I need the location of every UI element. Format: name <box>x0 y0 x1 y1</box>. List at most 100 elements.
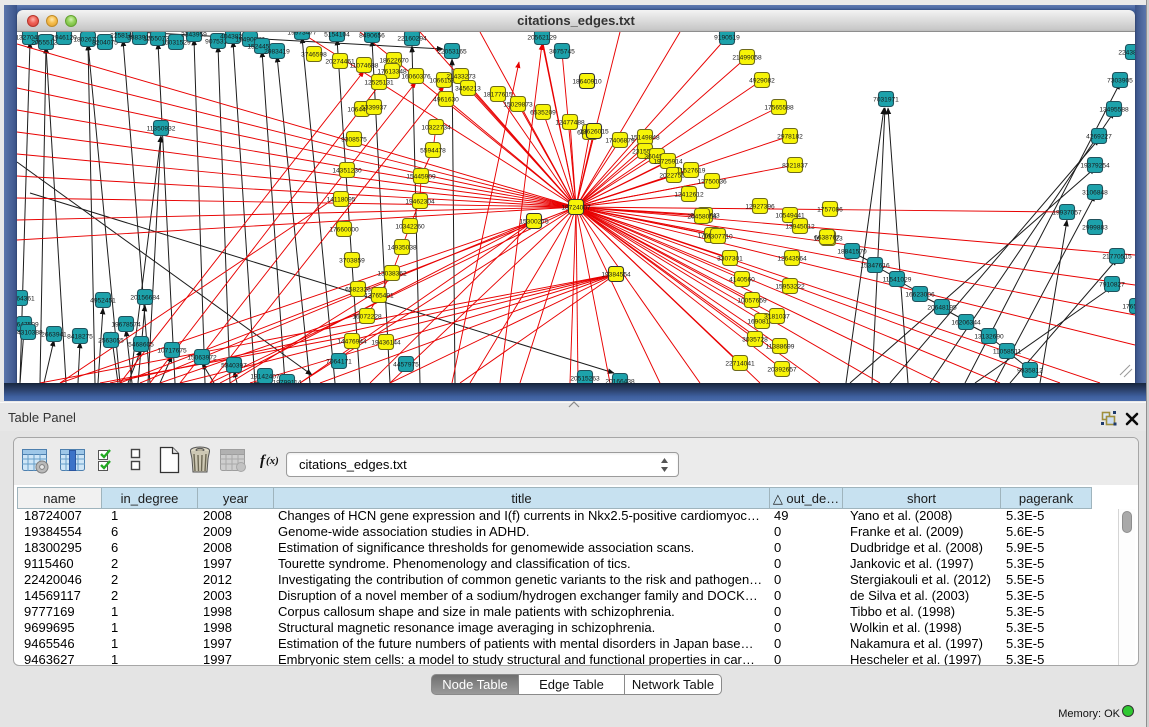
svg-text:10057659: 10057659 <box>737 298 767 305</box>
svg-text:16623006: 16623006 <box>905 292 935 299</box>
svg-text:11058511: 11058511 <box>993 349 1022 356</box>
svg-text:22160294: 22160294 <box>397 36 427 43</box>
svg-text:20392657: 20392657 <box>767 367 797 374</box>
svg-text:14351230: 14351230 <box>332 168 362 175</box>
svg-text:18177615: 18177615 <box>483 92 513 99</box>
svg-text:13132690: 13132690 <box>974 334 1004 341</box>
svg-text:19436144: 19436144 <box>371 340 401 347</box>
svg-text:19973477: 19973477 <box>287 32 317 37</box>
svg-text:19799114: 19799114 <box>273 380 302 384</box>
svg-text:4961630: 4961630 <box>433 97 459 104</box>
svg-text:22438378: 22438378 <box>1118 50 1135 57</box>
svg-text:16072228: 16072228 <box>352 314 382 321</box>
svg-text:3181037: 3181037 <box>764 314 790 321</box>
svg-text:14935038: 14935038 <box>387 245 417 252</box>
svg-text:17656906: 17656906 <box>1122 304 1135 311</box>
svg-text:8204075: 8204075 <box>92 40 118 47</box>
svg-text:15445909: 15445909 <box>406 174 436 181</box>
svg-text:4269227: 4269227 <box>1086 134 1112 141</box>
svg-text:6638767: 6638767 <box>814 235 840 242</box>
svg-text:3307301: 3307301 <box>717 256 743 263</box>
svg-text:13765491: 13765491 <box>364 293 394 300</box>
svg-text:1757086: 1757086 <box>817 207 843 214</box>
svg-text:13626015: 13626015 <box>579 129 609 136</box>
svg-text:5154104: 5154104 <box>324 32 350 39</box>
svg-text:19462304: 19462304 <box>405 199 435 206</box>
svg-text:7031971: 7031971 <box>873 97 899 104</box>
svg-text:15149848: 15149848 <box>630 135 660 142</box>
svg-text:22053165: 22053165 <box>437 49 467 56</box>
svg-text:7910827: 7910827 <box>1099 282 1125 289</box>
svg-text:15347616: 15347616 <box>860 263 890 270</box>
svg-text:17660000: 17660000 <box>329 227 359 234</box>
svg-text:5594478: 5594478 <box>420 148 446 155</box>
svg-text:11541029: 11541029 <box>883 277 912 284</box>
svg-text:15300275: 15300275 <box>519 219 549 226</box>
svg-text:10342260: 10342260 <box>395 224 425 231</box>
svg-text:9308575: 9308575 <box>341 137 367 144</box>
svg-text:20562129: 20562129 <box>527 35 557 42</box>
svg-text:7064171: 7064171 <box>326 359 352 366</box>
svg-text:10322734: 10322734 <box>421 125 451 132</box>
svg-text:5339937: 5339937 <box>361 105 387 112</box>
svg-text:19678574: 19678574 <box>111 322 141 329</box>
svg-text:3456213: 3456213 <box>455 86 481 93</box>
svg-text:9190519: 9190519 <box>714 35 740 42</box>
svg-text:12643564: 12643564 <box>777 256 807 263</box>
svg-text:21499058: 21499058 <box>732 55 762 62</box>
svg-text:9335812: 9335812 <box>1017 368 1043 375</box>
svg-text:20166438: 20166438 <box>605 379 635 384</box>
svg-text:19384554: 19384554 <box>601 272 631 279</box>
svg-text:7303905: 7303905 <box>1107 78 1133 85</box>
svg-text:20648195: 20648195 <box>927 305 957 312</box>
svg-text:19379254: 19379254 <box>1080 163 1110 170</box>
svg-text:11074688: 11074688 <box>350 63 379 70</box>
svg-text:11350932: 11350932 <box>147 126 176 133</box>
svg-text:15063972: 15063972 <box>187 355 217 362</box>
svg-text:16307710: 16307710 <box>703 234 733 241</box>
svg-text:8418275: 8418275 <box>67 334 93 341</box>
svg-text:18640910: 18640910 <box>572 79 602 86</box>
svg-text:10717675: 10717675 <box>157 348 187 355</box>
svg-text:4457975: 4457975 <box>393 362 419 369</box>
svg-text:20458054: 20458054 <box>687 214 717 221</box>
svg-text:12750036: 12750036 <box>697 179 727 186</box>
svg-text:16206344: 16206344 <box>951 320 981 327</box>
svg-text:4140560: 4140560 <box>729 277 755 284</box>
svg-text:3075745: 3075745 <box>549 49 575 56</box>
svg-text:4952451: 4952451 <box>90 298 116 305</box>
svg-text:4929082: 4929082 <box>749 78 775 85</box>
svg-text:13038362: 13038362 <box>377 271 407 278</box>
svg-text:3106848: 3106848 <box>1082 190 1108 197</box>
svg-text:2983419: 2983419 <box>264 49 290 56</box>
svg-text:12477488: 12477488 <box>555 120 585 127</box>
svg-text:2999883: 2999883 <box>1082 225 1108 232</box>
svg-text:14310388: 14310388 <box>17 330 43 337</box>
svg-text:2563055: 2563055 <box>98 338 124 345</box>
svg-text:8321837: 8321837 <box>782 163 808 170</box>
svg-text:5468605: 5468605 <box>128 342 154 349</box>
svg-text:14118095: 14118095 <box>327 197 356 204</box>
svg-text:12927396: 12927396 <box>745 204 775 211</box>
svg-text:21770515: 21770515 <box>1102 254 1132 261</box>
svg-text:3703859: 3703859 <box>339 258 365 265</box>
svg-text:2978182: 2978182 <box>777 134 803 141</box>
svg-text:20156684: 20156684 <box>130 295 160 302</box>
svg-text:3343959: 3343959 <box>181 32 207 39</box>
svg-text:6535209: 6535209 <box>530 110 556 117</box>
svg-text:18841570: 18841570 <box>837 249 867 256</box>
svg-text:19725914: 19725914 <box>653 159 683 166</box>
svg-text:12412612: 12412612 <box>674 192 704 199</box>
svg-text:15953222: 15953222 <box>775 284 805 291</box>
svg-text:(x): (x) <box>266 455 279 467</box>
svg-text:18724007: 18724007 <box>561 205 591 212</box>
svg-text:16060376: 16060376 <box>401 74 431 81</box>
svg-text:2663941: 2663941 <box>41 332 67 339</box>
svg-text:11388699: 11388699 <box>766 344 795 351</box>
svg-text:3035728: 3035728 <box>742 337 768 344</box>
svg-text:14476944: 14476944 <box>337 339 367 346</box>
svg-text:13495588: 13495588 <box>1099 107 1129 114</box>
svg-text:13945012: 13945012 <box>785 224 815 231</box>
svg-text:5840397: 5840397 <box>221 363 247 370</box>
svg-text:21433273: 21433273 <box>446 74 476 81</box>
